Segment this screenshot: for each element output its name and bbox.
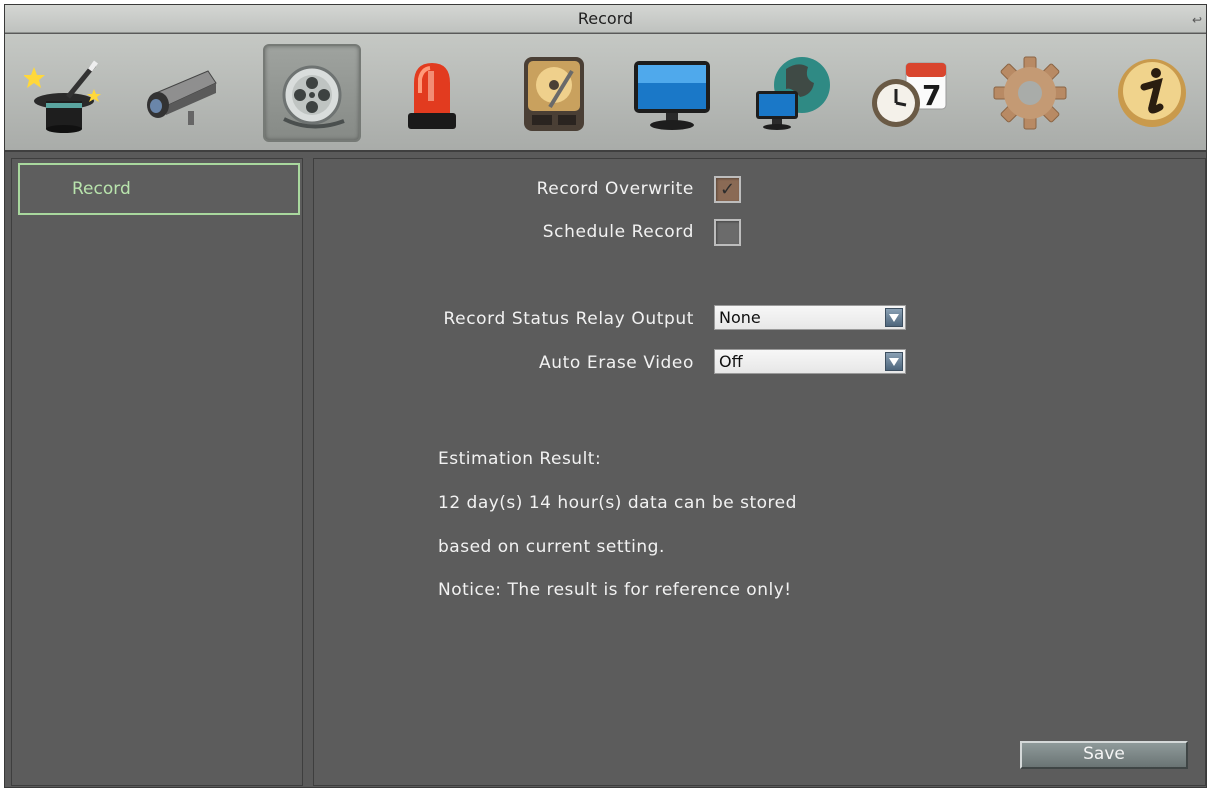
wizard-icon[interactable] bbox=[15, 44, 113, 142]
sidebar: Record bbox=[11, 158, 303, 786]
relay-output-select[interactable]: None bbox=[714, 305, 906, 330]
corner-return-icon[interactable]: ↩ bbox=[1192, 7, 1202, 34]
sidebar-item-label: Record bbox=[72, 179, 131, 199]
camera-icon[interactable] bbox=[129, 44, 227, 142]
estimation-notice: Notice: The result is for reference only… bbox=[438, 580, 792, 600]
dropdown-arrow-icon[interactable] bbox=[885, 352, 903, 371]
estimation-heading: Estimation Result: bbox=[438, 449, 602, 469]
schedule-record-checkbox[interactable] bbox=[714, 219, 741, 246]
estimation-line-1: 12 day(s) 14 hour(s) data can be stored bbox=[438, 493, 797, 513]
schedule-record-label: Schedule Record bbox=[542, 222, 694, 242]
checkmark-icon: ✓ bbox=[720, 179, 736, 200]
relay-output-value: None bbox=[719, 308, 761, 327]
dvr-setup-window: Record ↩ 7 Record Record Overwrite ✓ Sch… bbox=[4, 4, 1207, 788]
alarm-icon[interactable] bbox=[383, 44, 481, 142]
record-overwrite-checkbox[interactable]: ✓ bbox=[714, 176, 741, 203]
title-bar: Record ↩ bbox=[5, 5, 1206, 33]
settings-icon[interactable] bbox=[981, 44, 1079, 142]
main-toolbar: 7 bbox=[5, 34, 1206, 152]
auto-erase-select[interactable]: Off bbox=[714, 349, 906, 374]
monitor-icon[interactable] bbox=[623, 44, 721, 142]
auto-erase-label: Auto Erase Video bbox=[539, 353, 694, 373]
save-button[interactable]: Save bbox=[1020, 741, 1188, 769]
record-overwrite-label: Record Overwrite bbox=[536, 179, 694, 199]
svg-text:7: 7 bbox=[922, 79, 941, 112]
info-icon[interactable] bbox=[1103, 44, 1201, 142]
dropdown-arrow-icon[interactable] bbox=[885, 308, 903, 327]
relay-output-label: Record Status Relay Output bbox=[443, 309, 694, 329]
disk-icon[interactable] bbox=[505, 44, 603, 142]
network-icon[interactable] bbox=[743, 44, 841, 142]
estimation-line-2: based on current setting. bbox=[438, 537, 665, 557]
record-icon[interactable] bbox=[263, 44, 361, 142]
sidebar-item-record[interactable]: Record bbox=[18, 163, 300, 215]
record-settings-panel: Record Overwrite ✓ Schedule Record Recor… bbox=[313, 158, 1206, 786]
schedule-icon[interactable]: 7 bbox=[861, 44, 959, 142]
auto-erase-value: Off bbox=[719, 352, 743, 371]
window-title: Record bbox=[577, 9, 634, 28]
